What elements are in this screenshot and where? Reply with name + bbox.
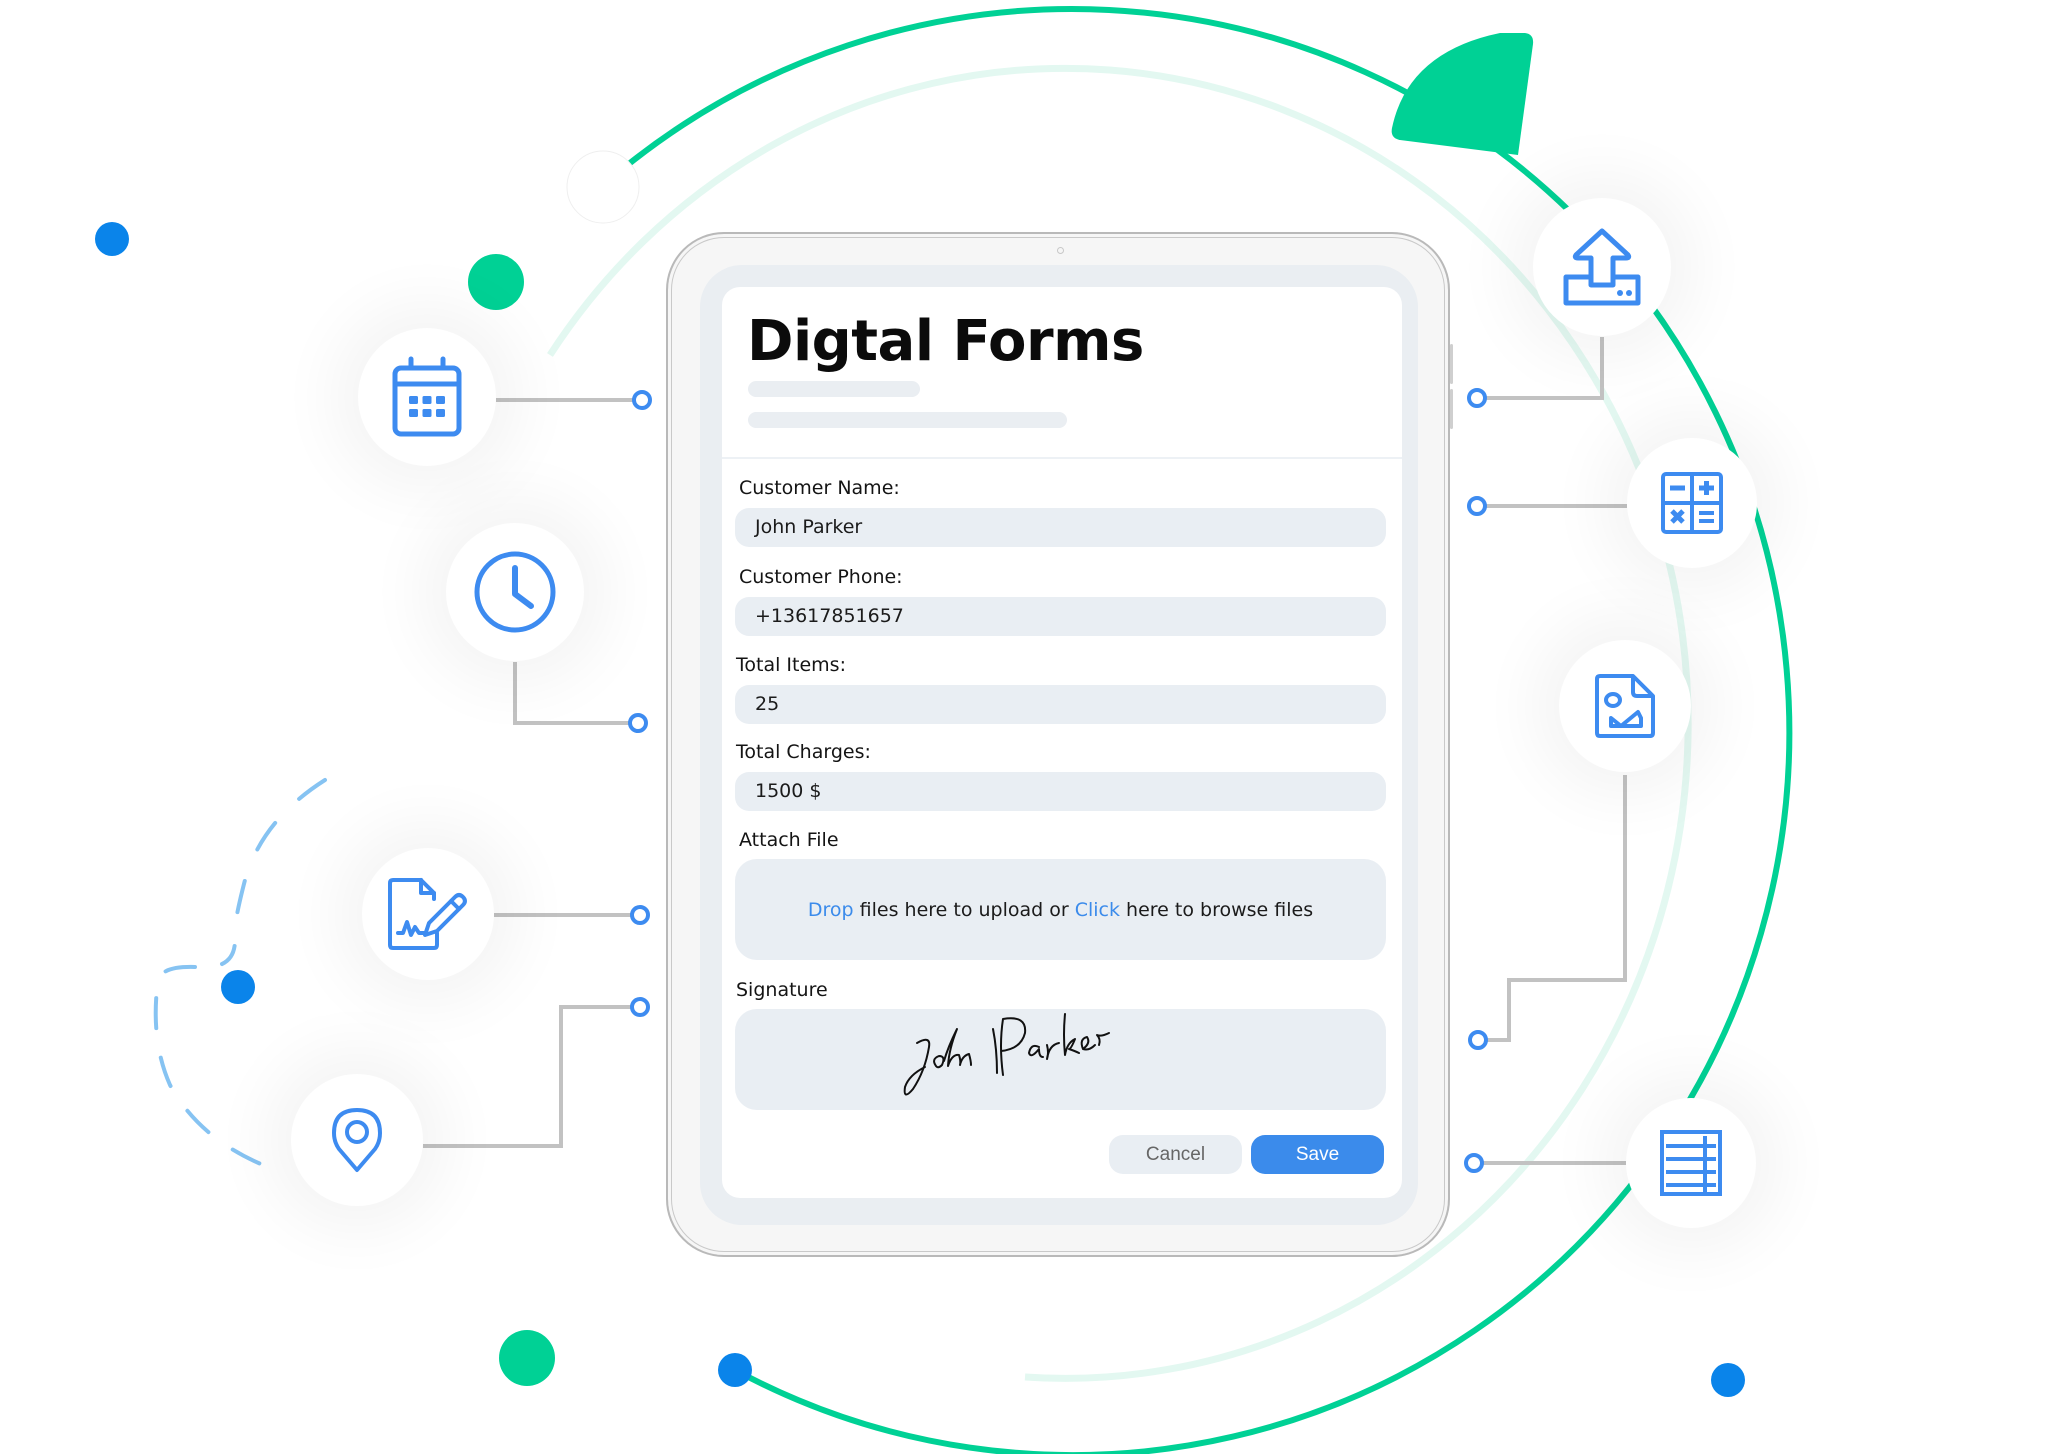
file-dropzone[interactable]: Drop files here to upload or Click here …	[735, 859, 1386, 960]
save-button[interactable]: Save	[1251, 1135, 1384, 1174]
connector-endpoint	[1467, 388, 1487, 408]
location-node	[291, 1074, 423, 1206]
green-dot	[499, 1330, 555, 1386]
total-items-label: Total Items:	[736, 654, 846, 676]
connector-endpoint	[1468, 1030, 1488, 1050]
placeholder-bar	[748, 381, 920, 397]
connector-endpoint	[630, 997, 650, 1017]
signature-label: Signature	[736, 979, 828, 1001]
faint-circle	[566, 150, 640, 224]
image-file-icon	[1595, 674, 1655, 738]
calculator-node	[1627, 438, 1757, 568]
calendar-node	[358, 328, 496, 466]
connector-endpoint	[1464, 1153, 1484, 1173]
green-wedge-shape	[1391, 33, 1534, 155]
clock-node	[446, 523, 584, 661]
blue-dot	[1711, 1363, 1745, 1397]
total-items-input[interactable]: 25	[735, 685, 1386, 724]
calculator-icon	[1661, 472, 1723, 534]
total-charges-input[interactable]: 1500 $	[735, 772, 1386, 811]
green-dot	[468, 254, 524, 310]
customer-name-input[interactable]: John Parker	[735, 508, 1386, 547]
attach-file-label: Attach File	[739, 829, 839, 851]
header-divider	[722, 457, 1402, 459]
total-charges-label: Total Charges:	[736, 741, 871, 763]
tablet-device: Digtal Forms Customer Name: John Parker …	[666, 232, 1453, 1257]
blue-dot	[221, 970, 255, 1004]
connector-line	[1486, 775, 1627, 1042]
upload-icon	[1563, 228, 1641, 306]
dropzone-text: files here to upload or	[853, 898, 1075, 921]
side-button	[1450, 389, 1453, 429]
customer-phone-label: Customer Phone:	[739, 566, 903, 588]
blue-dot	[718, 1353, 752, 1387]
page-title: Digtal Forms	[747, 309, 1144, 374]
dashed-arc	[220, 778, 327, 966]
upload-node	[1533, 198, 1671, 336]
table-node	[1626, 1098, 1756, 1228]
image-file-node	[1559, 640, 1691, 772]
table-icon	[1660, 1130, 1722, 1196]
customer-phone-input[interactable]: +13617851657	[735, 597, 1386, 636]
signature-drawing	[903, 1013, 1110, 1096]
blue-dot	[95, 222, 129, 256]
drop-link[interactable]: Drop	[808, 899, 854, 921]
connector-endpoint	[1467, 496, 1487, 516]
signature-document-icon	[388, 878, 467, 950]
dropzone-text: here to browse files	[1120, 898, 1314, 921]
customer-name-label: Customer Name:	[739, 477, 900, 499]
connector-endpoint	[628, 713, 648, 733]
clock-icon	[474, 551, 556, 633]
form-card: Digtal Forms Customer Name: John Parker …	[722, 287, 1402, 1198]
calendar-icon	[392, 356, 462, 437]
cancel-button[interactable]: Cancel	[1109, 1135, 1242, 1174]
connector-line	[513, 662, 630, 725]
signature-document-node	[362, 848, 494, 980]
location-pin-icon	[332, 1108, 382, 1172]
camera-dot	[1057, 247, 1064, 254]
click-browse-link[interactable]: Click	[1075, 899, 1120, 921]
signature-pad[interactable]	[735, 1009, 1386, 1110]
screen-bezel: Digtal Forms Customer Name: John Parker …	[700, 265, 1418, 1225]
connector-endpoint	[630, 905, 650, 925]
side-button	[1450, 344, 1453, 384]
placeholder-bar	[748, 412, 1067, 428]
connector-endpoint	[632, 390, 652, 410]
connector-line	[423, 1005, 632, 1148]
